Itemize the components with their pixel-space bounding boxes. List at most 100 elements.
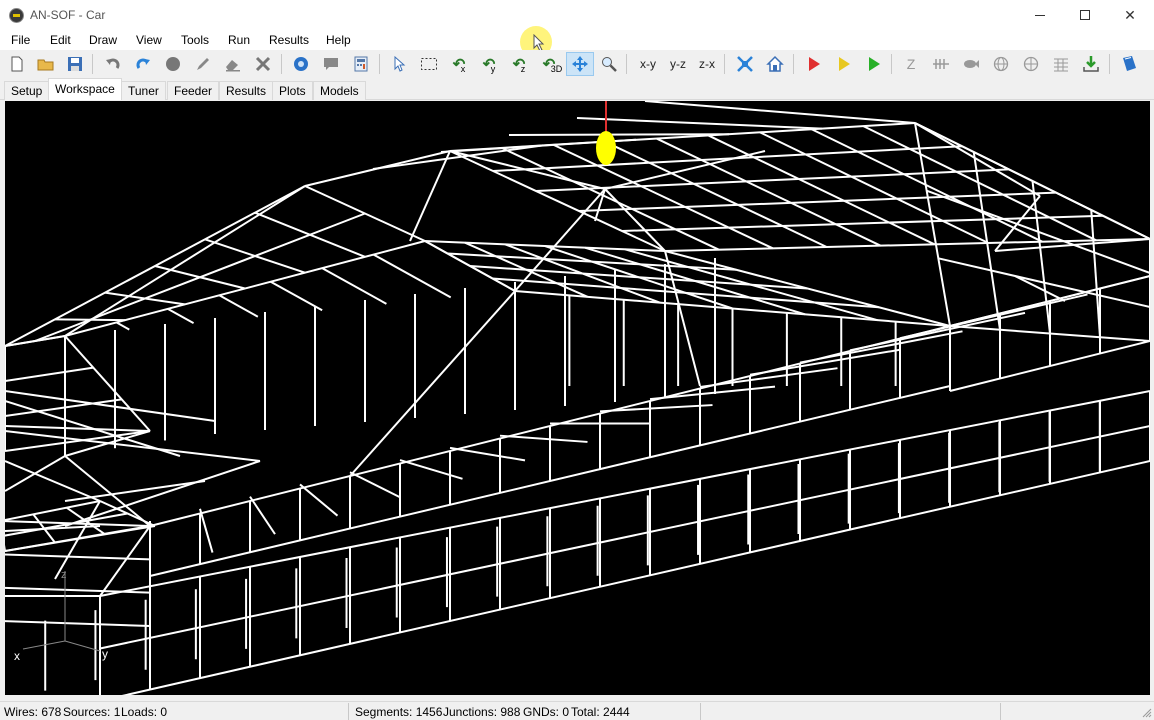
workspace-canvas[interactable]: x y z [5,101,1150,695]
eraser-icon [226,60,240,72]
view-yz-label: y-z [670,57,686,71]
wire-segment [5,460,101,502]
maximize-icon [1080,10,1090,20]
wire-segment [99,390,1150,597]
close-icon: ✕ [1124,6,1136,23]
toolbar: ↶ x ↶ y ↶ z ↶ 3D x-y y-z z-x Z [0,50,1154,78]
wire-segment [449,446,526,462]
menu-draw[interactable]: Draw [89,33,117,47]
delete-button[interactable] [251,52,275,76]
toolbar-separator [92,54,93,74]
tab-results[interactable]: Results [219,81,274,100]
wire-segment [64,335,151,432]
fish-button[interactable] [959,52,983,76]
tab-workspace[interactable]: Workspace [48,78,122,100]
rotate-z-button[interactable]: ↶ z [507,52,531,76]
current-bars-icon [933,59,949,69]
open-file-button[interactable] [34,52,58,76]
globe-3d-button[interactable] [1019,52,1043,76]
close-button[interactable]: ✕ [1107,0,1153,30]
save-button[interactable] [63,52,87,76]
menu-results[interactable]: Results [269,33,309,47]
wire-segment [552,143,774,250]
menu-tools[interactable]: Tools [181,33,209,47]
current-distribution-button[interactable] [929,52,953,76]
menu-bar: File Edit Draw View Tools Run Results He… [0,30,1154,50]
wire-segment [644,101,916,124]
fit-view-button[interactable] [733,52,757,76]
globe-pattern-button[interactable] [989,52,1013,76]
redo-icon [136,58,150,69]
open-folder-icon [37,59,54,71]
view-zx-button[interactable]: z-x [694,52,720,76]
tab-feeder[interactable]: Feeder [167,81,220,100]
draw-wire-button[interactable] [191,52,215,76]
select-tool-button[interactable] [387,52,411,76]
help-book-button[interactable] [1117,52,1141,76]
wire-segment [926,189,1150,274]
help-book-icon [1123,56,1136,71]
new-file-button[interactable] [5,52,29,76]
gear-icon [294,57,308,71]
menu-file[interactable]: File [11,33,30,47]
delete-icon [255,56,271,72]
menu-view[interactable]: View [136,33,162,47]
menu-edit[interactable]: Edit [50,33,71,47]
wire-segment [449,150,606,190]
resize-grip-icon[interactable] [1142,708,1152,718]
menu-run[interactable]: Run [228,33,250,47]
play-green-icon [869,57,880,71]
wire-segment [424,240,516,292]
settings-button[interactable] [289,52,313,76]
wire-segment [99,425,1150,650]
comment-button[interactable] [319,52,343,76]
calculator-button[interactable] [349,52,373,76]
wire-segment [5,185,306,347]
undo-button[interactable] [101,52,125,76]
wire-segment [578,191,1057,212]
maximize-button[interactable] [1062,0,1108,30]
zoom-button[interactable] [597,52,621,76]
new-file-icon [11,56,23,72]
rotate-3d-button[interactable]: ↶ 3D [537,52,563,76]
run-far-field-button[interactable] [832,52,856,76]
minimize-button[interactable] [1017,0,1063,30]
rotate-x-icon: ↶ x [452,55,466,74]
wire-segment [149,325,951,527]
wire-segment [508,133,730,136]
wire-segment [54,500,101,580]
axis-y-label: y [102,647,108,661]
play-yellow-icon [839,57,850,71]
run-currents-button[interactable] [802,52,826,76]
tab-plots[interactable]: Plots [272,81,313,100]
stop-button[interactable] [161,52,185,76]
home-icon [766,55,784,72]
view-yz-button[interactable]: y-z [665,52,691,76]
export-button[interactable] [1079,52,1103,76]
wire-segment [64,460,261,527]
view-xy-button[interactable]: x-y [635,52,661,76]
redo-button[interactable] [131,52,155,76]
box-select-button[interactable] [417,52,441,76]
pan-button[interactable] [566,52,594,76]
menu-help[interactable]: Help [326,33,351,47]
tab-setup[interactable]: Setup [4,81,50,100]
tab-models[interactable]: Models [313,81,366,100]
table-icon [1054,58,1068,72]
toolbar-separator [626,54,627,74]
impedance-button[interactable]: Z [899,52,923,76]
wire-segment [167,307,195,325]
rotate-x-button[interactable]: ↶ x [447,52,471,76]
rotate-y-button[interactable]: ↶ y [477,52,501,76]
erase-button[interactable] [221,52,245,76]
wire-segment [5,366,94,382]
voltage-source-marker[interactable] [596,131,616,165]
run-near-field-button[interactable] [862,52,886,76]
undo-icon [106,58,120,69]
title-bar: AN-SOF - Car ✕ [0,0,1154,30]
home-view-button[interactable] [763,52,787,76]
table-button[interactable] [1049,52,1073,76]
wire-segment [1090,209,1101,338]
app-window: AN-SOF - Car ✕ File Edit Draw View Tools… [0,0,1154,720]
tab-tuner[interactable]: Tuner [121,81,166,100]
